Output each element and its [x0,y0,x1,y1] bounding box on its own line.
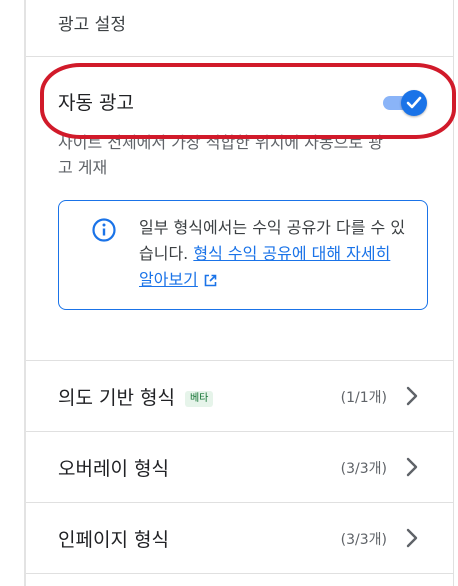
divider [26,573,453,574]
format-count: (1/1개) [340,390,387,406]
highlight-annotation [40,63,456,139]
beta-badge: 베타 [184,391,214,407]
chevron-right-icon [406,457,418,477]
format-label: 인페이지 형식 [58,529,169,551]
format-label: 오버레이 형식 [58,458,169,480]
divider [26,56,453,57]
format-row-in-page[interactable]: 인페이지 형식 (3/3개) [26,503,453,573]
revenue-share-notice: 일부 형식에서는 수익 공유가 다를 수 있습니다. 형식 수익 공유에 대해 … [58,200,428,310]
format-count: (3/3개) [340,461,387,477]
format-label: 의도 기반 형식 [58,387,175,409]
format-row-intent[interactable]: 의도 기반 형식 베타 (1/1개) [26,361,453,431]
format-count: (3/3개) [340,532,387,548]
format-row-overlay[interactable]: 오버레이 형식 (3/3개) [26,432,453,502]
open-in-new-icon [204,274,217,287]
info-icon [92,218,116,242]
chevron-right-icon [406,386,418,406]
chevron-right-icon [406,528,418,548]
ad-settings-panel: 광고 설정 자동 광고 사이트 전체에서 가장 적합한 위치에 자동으로 광고 … [26,0,456,586]
section-title: 광고 설정 [58,15,126,35]
